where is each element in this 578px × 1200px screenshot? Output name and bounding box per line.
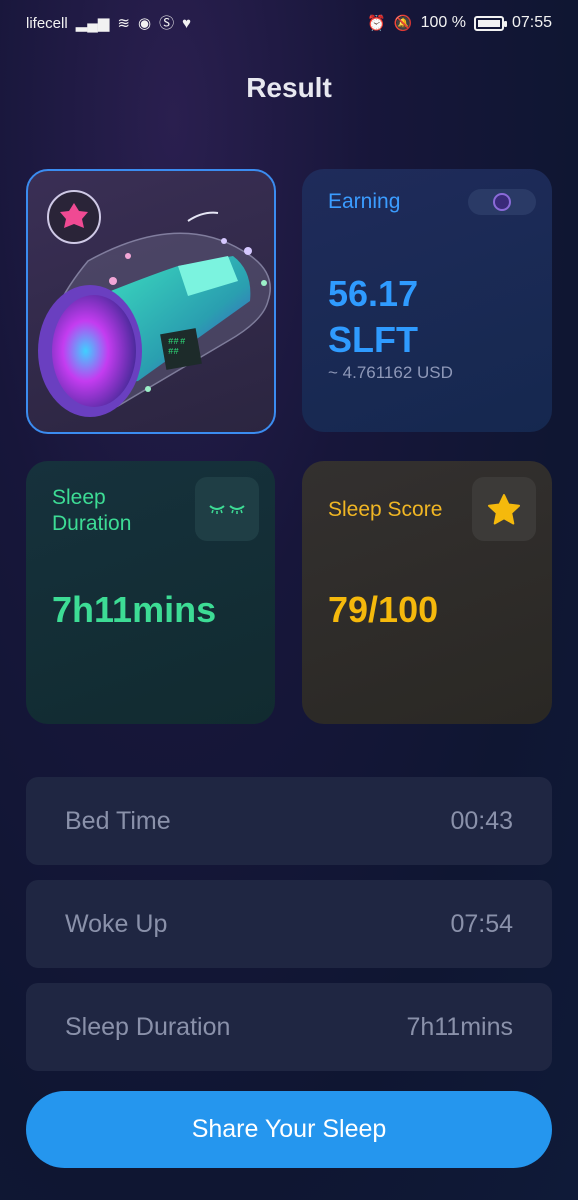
carrier-label: lifecell: [26, 14, 68, 32]
share-sleep-button[interactable]: Share Your Sleep: [26, 1091, 552, 1168]
sleep-duration-value: 7h11mins: [52, 589, 217, 630]
eye-icon: ◉: [137, 14, 152, 32]
earning-usd: ~ 4.761162 USD: [328, 363, 453, 382]
nft-card[interactable]: ## ## #: [26, 169, 276, 434]
battery-percent: 100 %: [420, 14, 466, 31]
sleep-score-label: Sleep Score: [328, 498, 443, 521]
detail-value: 07:54: [450, 909, 513, 938]
star-icon: [472, 477, 536, 541]
svg-text:#: #: [180, 337, 186, 347]
sleep-pod-nft-image: #####: [38, 190, 271, 417]
detail-label: Woke Up: [65, 909, 168, 938]
detail-row-bed-time: Bed Time 00:43: [26, 777, 552, 865]
svg-text:##: ##: [168, 347, 179, 357]
sleep-duration-label-line1: Sleep: [52, 486, 106, 509]
earning-card: Earning 56.17 SLFT ~ 4.761162 USD: [302, 169, 552, 432]
svg-text:##: ##: [168, 337, 179, 347]
detail-label: Sleep Duration: [65, 1012, 231, 1041]
sleep-duration-card: Sleep Duration 7h11mins: [26, 461, 275, 724]
detail-row-woke-up: Woke Up 07:54: [26, 880, 552, 968]
status-bar-left: lifecell ▂▄▆ ≋ ◉ Ⓢ ♥: [26, 15, 191, 32]
sleep-duration-label-line2: Duration: [52, 512, 132, 535]
earning-value: 56.17 SLFT: [328, 271, 418, 363]
detail-value: 00:43: [450, 806, 513, 835]
alarm-icon: ⏰: [367, 14, 386, 32]
sleep-score-card: Sleep Score 79/100: [302, 461, 552, 724]
detail-label: Bed Time: [65, 806, 171, 835]
detail-value: 7h11mins: [406, 1012, 513, 1041]
earning-amount: 56.17: [328, 273, 419, 314]
status-bar: lifecell ▂▄▆ ≋ ◉ Ⓢ ♥ ⏰ 🔕 100 % 07:55: [0, 0, 578, 46]
sleep-duration-label: Sleep Duration: [52, 485, 131, 537]
earning-token-pill: [468, 189, 536, 215]
heart-icon: ♥: [182, 14, 191, 32]
battery-icon: [473, 15, 507, 31]
earning-label: Earning: [328, 190, 401, 213]
coin-icon: [493, 193, 511, 211]
detail-row-sleep-duration: Sleep Duration 7h11mins: [26, 983, 552, 1071]
mute-bell-icon: 🔕: [393, 14, 413, 32]
status-bar-right: ⏰ 🔕 100 % 07:55: [367, 14, 552, 32]
wifi-icon: ≋: [117, 14, 130, 32]
page-title: Result: [246, 72, 332, 103]
signal-icon: ▂▄▆: [75, 14, 110, 32]
earning-currency: SLFT: [328, 319, 418, 360]
sleep-score-value: 79/100: [328, 589, 439, 630]
clock: 07:55: [511, 14, 552, 31]
closed-eyes-icon: [195, 477, 259, 541]
app-s-icon: Ⓢ: [159, 14, 175, 32]
